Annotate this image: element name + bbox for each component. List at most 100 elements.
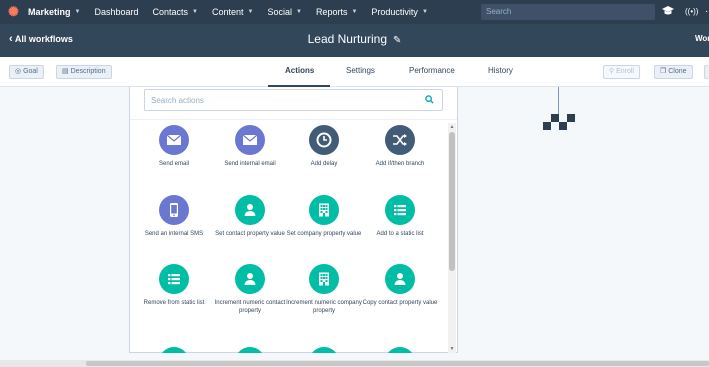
action-send-internal-email[interactable]: Send internal email xyxy=(212,125,288,169)
action-label: Add to a static list xyxy=(376,231,424,237)
goal-button[interactable]: ◎ Goal xyxy=(9,65,44,79)
academy-icon[interactable] xyxy=(661,5,675,22)
action-remove-from-static-list[interactable]: Remove from static list xyxy=(136,264,212,308)
more-button[interactable] xyxy=(704,65,709,79)
action-increment-numeric-contact-property[interactable]: Increment numeric contact property xyxy=(212,264,288,315)
hubspot-logo-icon[interactable]: ✺ xyxy=(8,5,22,19)
action-increment-numeric-company-property[interactable]: Increment numeric company property xyxy=(286,264,362,315)
copy-icon: ❐ xyxy=(660,68,667,75)
divider xyxy=(130,119,457,120)
tab-history[interactable]: History xyxy=(488,66,513,75)
nav-item-contacts[interactable]: Contacts ▼ xyxy=(153,7,198,17)
action-label: Copy contact property value xyxy=(362,300,438,306)
nav-item-label: Contacts xyxy=(152,7,189,17)
action-set-contact-property-value[interactable]: Set contact property value xyxy=(212,195,288,239)
shuffle-icon xyxy=(385,125,415,155)
horizontal-scrollbar-thumb[interactable] xyxy=(86,361,709,366)
more-icon[interactable]: · xyxy=(705,5,708,19)
action-label: Add delay xyxy=(310,161,338,167)
nav-item-label: Productivity xyxy=(371,7,418,17)
envelope-icon xyxy=(159,125,189,155)
action-send-email[interactable]: Send email xyxy=(136,125,212,169)
workflow-header: ‹ All workflows Lead Nurturing ✎ Wor xyxy=(0,24,709,57)
broadcast-icon[interactable]: ((•)) xyxy=(685,5,698,19)
building-icon xyxy=(309,264,339,294)
tab-performance[interactable]: Performance xyxy=(409,66,455,75)
action-label: Set company property value xyxy=(286,231,362,237)
action-partial[interactable] xyxy=(286,347,362,353)
action-send-internal-sms[interactable]: Send an internal SMS xyxy=(136,195,212,239)
goal-button-label: Goal xyxy=(23,68,38,75)
nav-item-social[interactable]: Social ▼ xyxy=(267,7,301,17)
nav-item-marketing[interactable]: Marketing ▼ xyxy=(28,7,80,17)
search-actions-input[interactable]: Search actions xyxy=(144,89,443,111)
nav-item-reports[interactable]: Reports ▼ xyxy=(316,7,357,17)
nav-item-label: Social xyxy=(267,7,292,17)
action-partial[interactable] xyxy=(136,347,212,353)
envelope-icon xyxy=(235,125,265,155)
actions-scrollbar[interactable]: ▲ ▼ xyxy=(448,123,456,353)
action-label: Send email xyxy=(158,161,190,167)
scroll-down-icon[interactable]: ▼ xyxy=(448,346,456,352)
scroll-up-icon[interactable]: ▲ xyxy=(448,124,456,130)
pencil-icon[interactable]: ✎ xyxy=(393,35,401,46)
action-label: Increment numeric contact property xyxy=(214,300,286,314)
clone-button-label: Clone xyxy=(668,68,687,75)
person-icon xyxy=(235,264,265,294)
action-icon xyxy=(159,347,189,353)
workflow-toolbar: ◎ Goal ▤ Description Actions Settings Pe… xyxy=(0,57,709,87)
enroll-button-label: Enroll xyxy=(616,68,634,75)
tab-settings[interactable]: Settings xyxy=(346,66,375,75)
action-label: Add if/then branch xyxy=(375,161,425,167)
workflow-end-flag-icon xyxy=(543,114,575,130)
nav-item-label: Marketing xyxy=(28,7,71,17)
action-add-to-static-list[interactable]: Add to a static list xyxy=(362,195,438,239)
actions-panel: Search actions Send email Send internal … xyxy=(129,87,458,353)
nav-item-dashboard[interactable]: Dashboard xyxy=(94,7,138,17)
chevron-down-icon: ▼ xyxy=(74,9,81,15)
action-label: Send an internal SMS xyxy=(144,231,204,237)
action-partial[interactable] xyxy=(362,347,438,353)
description-button-label: Description xyxy=(70,68,106,75)
chevron-down-icon: ▼ xyxy=(295,9,302,15)
global-search-input[interactable]: Search xyxy=(481,4,655,20)
workflow-title-text[interactable]: Lead Nurturing xyxy=(308,32,387,46)
action-copy-contact-property-value[interactable]: Copy contact property value xyxy=(362,264,438,308)
action-icon xyxy=(309,347,339,353)
list-icon xyxy=(385,195,415,225)
action-set-company-property-value[interactable]: Set company property value xyxy=(286,195,362,239)
person-icon xyxy=(385,264,415,294)
chevron-down-icon: ▼ xyxy=(351,9,358,15)
action-add-delay[interactable]: Add delay xyxy=(286,125,362,169)
phone-icon xyxy=(159,195,189,225)
enroll-button[interactable]: ⚲ Enroll xyxy=(603,65,640,79)
document-icon: ▤ xyxy=(62,68,69,75)
target-icon: ◎ xyxy=(15,68,22,75)
horizontal-scrollbar[interactable] xyxy=(0,360,709,367)
action-label: Increment numeric company property xyxy=(286,300,362,314)
list-icon xyxy=(159,264,189,294)
search-icon[interactable] xyxy=(425,95,434,106)
chevron-down-icon: ▼ xyxy=(421,9,428,15)
scrollbar-thumb[interactable] xyxy=(449,132,455,271)
nav-item-content[interactable]: Content ▼ xyxy=(212,7,253,17)
actions-grid: Send email Send internal email Add delay… xyxy=(130,123,445,353)
description-button[interactable]: ▤ Description xyxy=(56,65,112,79)
nav-item-productivity[interactable]: Productivity ▼ xyxy=(371,7,427,17)
action-partial[interactable] xyxy=(212,347,288,353)
action-label: Send internal email xyxy=(224,161,276,167)
person-icon xyxy=(235,195,265,225)
search-actions-placeholder: Search actions xyxy=(151,96,204,105)
tab-actions[interactable]: Actions xyxy=(285,66,314,75)
nav-item-label: Dashboard xyxy=(94,7,139,17)
action-add-if-then-branch[interactable]: Add if/then branch xyxy=(362,125,438,169)
header-right-label[interactable]: Wor xyxy=(695,34,709,43)
clone-button[interactable]: ❐ Clone xyxy=(654,65,693,79)
workflow-title: Lead Nurturing ✎ xyxy=(0,32,709,46)
action-icon xyxy=(385,347,415,353)
chevron-down-icon: ▼ xyxy=(192,9,198,15)
action-icon xyxy=(235,347,265,353)
top-navigation: ✺ Marketing ▼ Dashboard Contacts ▼ Content… xyxy=(0,0,709,24)
person-icon: ⚲ xyxy=(609,68,615,75)
action-label: Set contact property value xyxy=(215,231,285,237)
